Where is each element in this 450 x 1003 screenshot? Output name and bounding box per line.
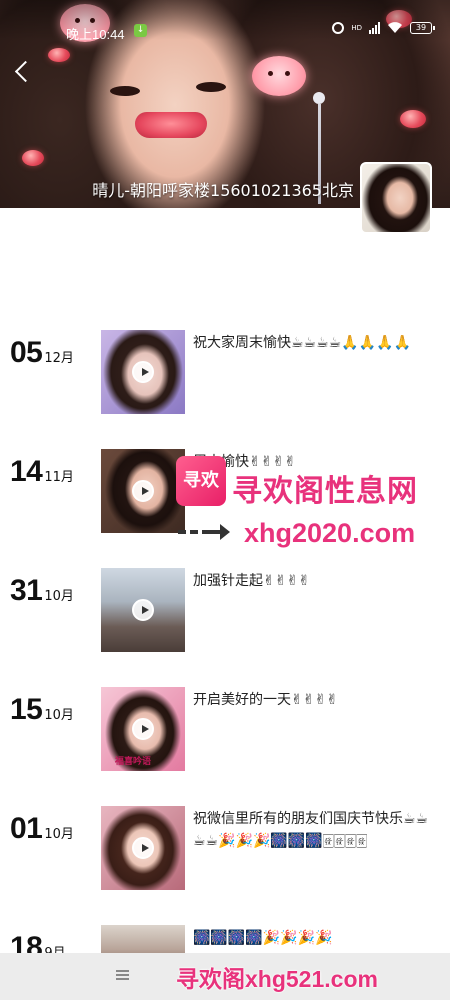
post-day: 01 (10, 812, 43, 845)
menu-icon[interactable] (116, 970, 129, 980)
post-month: 11月 (44, 470, 74, 485)
signal-icon (369, 22, 380, 34)
arrow-right-icon (178, 524, 230, 540)
timeline-post[interactable]: 05 12月 祝大家周末愉快☕☕☕☕🙏🙏🙏🙏 (0, 318, 450, 414)
alarm-icon (332, 22, 345, 34)
site-watermark: 寻欢 寻欢阁性息网 xhg2020.com (176, 452, 446, 552)
play-icon (132, 361, 154, 383)
post-date: 05 12月 (10, 336, 74, 370)
post-caption[interactable]: 加强针走起✌✌✌✌ (193, 570, 438, 592)
post-caption[interactable]: 祝大家周末愉快☕☕☕☕🙏🙏🙏🙏 (193, 332, 438, 354)
watermark-title: 寻欢阁性息网 (232, 474, 418, 509)
post-day: 05 (10, 336, 43, 369)
cover-lips (135, 112, 207, 138)
download-notification-icon: ↓ (134, 24, 147, 37)
avatar[interactable] (360, 162, 432, 234)
post-day: 31 (10, 574, 43, 607)
post-month: 10月 (44, 708, 74, 723)
sticker-face-icon (252, 56, 306, 96)
play-icon (132, 837, 154, 859)
play-icon (132, 599, 154, 621)
post-date: 14 11月 (10, 455, 74, 489)
video-thumbnail[interactable] (101, 449, 185, 533)
back-button[interactable] (12, 58, 34, 84)
cover-earring (313, 92, 325, 104)
video-thumbnail[interactable] (101, 806, 185, 890)
status-time: 晚上10:44 (66, 27, 125, 42)
post-date: 01 10月 (10, 812, 74, 846)
play-icon (132, 718, 154, 740)
post-caption[interactable]: 开启美好的一天✌✌✌✌ (193, 689, 438, 711)
video-thumbnail[interactable]: 福喜吟语 (101, 687, 185, 771)
sticker-heart-icon (48, 48, 70, 62)
video-thumbnail[interactable] (101, 330, 185, 414)
watermark-logo: 寻欢 (176, 456, 226, 506)
battery-icon: 39 (410, 22, 435, 34)
post-month: 10月 (44, 589, 74, 604)
video-thumbnail[interactable] (101, 568, 185, 652)
sticker-heart-icon (22, 150, 44, 166)
timeline-post[interactable]: 15 10月 福喜吟语 开启美好的一天✌✌✌✌ (0, 675, 450, 771)
post-month: 12月 (44, 351, 74, 366)
post-day: 15 (10, 693, 43, 726)
post-day: 14 (10, 455, 43, 488)
hd-label: HD (351, 24, 362, 32)
post-month: 10月 (44, 827, 74, 842)
watermark-url: xhg2020.com (244, 518, 416, 548)
timeline-post[interactable]: 31 10月 加强针走起✌✌✌✌ (0, 556, 450, 652)
cover-eye (196, 82, 226, 92)
post-date: 31 10月 (10, 574, 74, 608)
cover-eye (110, 86, 140, 96)
bottom-watermark: 寻欢阁xhg521.com (176, 966, 378, 992)
post-caption[interactable]: 祝微信里所有的朋友们国庆节快乐☕☕☕☕🎉🎉🎉🎆🎆🎆🀅🀅🀅🀅 (193, 808, 438, 852)
wifi-icon (388, 22, 402, 33)
thumbnail-caption: 福喜吟语 (115, 757, 152, 767)
post-caption[interactable]: 🎆🎆🎆🎆🎉🎉🎉🎉 (193, 927, 438, 949)
post-date: 15 10月 (10, 693, 74, 727)
status-bar: 晚上10:44 ↓ HD 39 (0, 0, 450, 42)
play-icon (132, 480, 154, 502)
timeline-post[interactable]: 01 10月 祝微信里所有的朋友们国庆节快乐☕☕☕☕🎉🎉🎉🎆🎆🎆🀅🀅🀅🀅 (0, 794, 450, 890)
status-icons: HD 39 (332, 22, 435, 34)
sticker-heart-icon (400, 110, 426, 128)
profile-name: 晴儿-朝阳呼家楼15601021365北京 (92, 181, 354, 200)
